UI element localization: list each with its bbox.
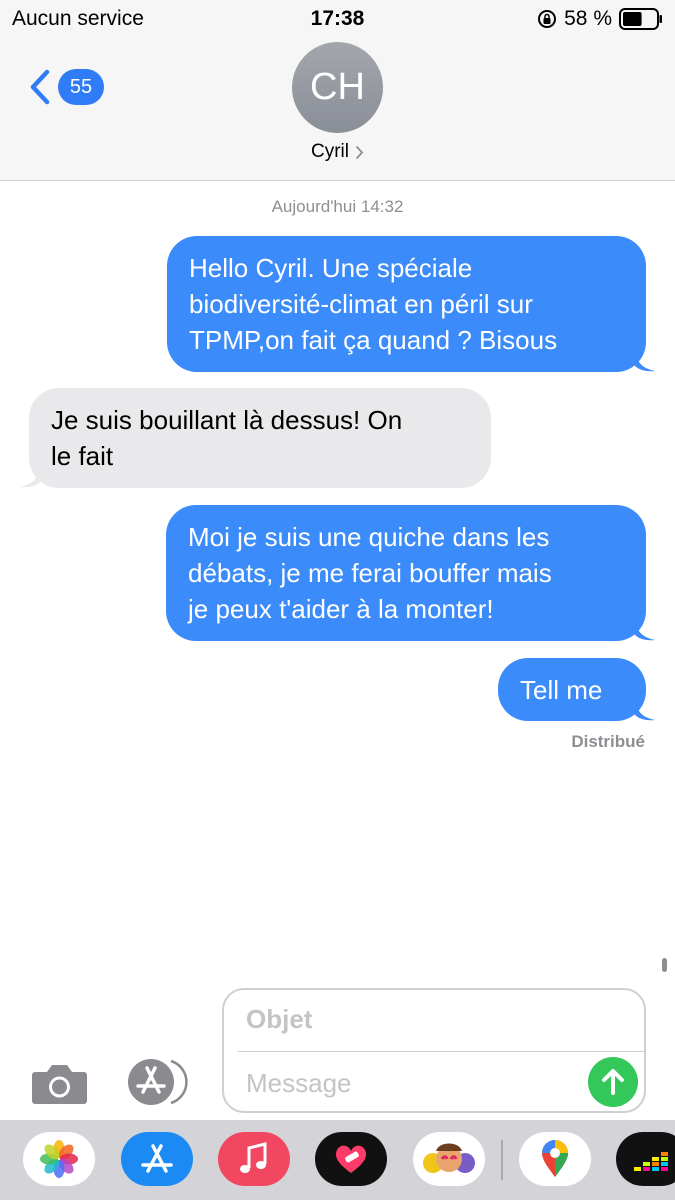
bubble-tail	[20, 466, 40, 488]
app-drawer	[0, 1120, 675, 1200]
sent-message-bubble[interactable]: Moi je suis une quiche dans les débats, …	[166, 505, 655, 641]
contact-name-button[interactable]: Cyril	[0, 141, 675, 163]
message-line: biodiversité-climat en péril sur	[189, 289, 533, 319]
message-line: je peux t'aider à la monter!	[188, 594, 494, 624]
map-pin-icon	[542, 1140, 568, 1177]
composer-divider	[238, 1051, 644, 1052]
app-store-glyph-icon	[141, 1144, 173, 1173]
conversation-header: 55 CH Cyril	[0, 38, 675, 181]
message-line: Hello Cyril. Une spéciale	[189, 253, 473, 283]
unread-count-badge: 55	[58, 69, 104, 105]
sent-message-bubble[interactable]: Hello Cyril. Une spéciale biodiversité-c…	[167, 236, 655, 372]
heart-sticker-icon[interactable]	[315, 1132, 387, 1186]
timestamp-time: 14:32	[360, 197, 404, 216]
message-line: Moi je suis une quiche dans les	[188, 522, 550, 552]
status-indicators: 58 %	[537, 6, 663, 32]
message-line: Je suis bouillant là dessus! On	[51, 405, 403, 435]
memoji-icon[interactable]	[413, 1132, 485, 1186]
status-bar: Aucun service 17:38 58 %	[0, 0, 675, 38]
sent-message-bubble[interactable]: Tell me	[498, 658, 655, 721]
message-timestamp: Aujourd'hui 14:32	[0, 197, 675, 217]
deezer-bars-icon	[634, 1152, 668, 1171]
camera-icon[interactable]	[31, 1060, 88, 1106]
scroll-indicator	[662, 958, 667, 972]
message-line: débats, je me ferai bouffer mais	[188, 558, 552, 588]
music-icon[interactable]	[218, 1132, 290, 1186]
send-button[interactable]	[588, 1057, 638, 1107]
google-maps-icon[interactable]	[519, 1132, 591, 1186]
app-store-icon[interactable]	[125, 1058, 191, 1106]
orientation-lock-icon	[538, 10, 557, 28]
message-line: TPMP,on fait ça quand ? Bisous	[189, 325, 558, 355]
arrow-up-icon	[602, 1069, 624, 1095]
photos-flower-icon	[40, 1140, 78, 1178]
message-line: Tell me	[520, 675, 603, 705]
bubble-tail	[635, 350, 655, 372]
back-button[interactable]: 55	[28, 68, 104, 106]
message-composer[interactable]: Objet Message	[222, 988, 646, 1113]
message-input[interactable]: Message	[246, 1068, 352, 1099]
battery-icon	[619, 8, 662, 30]
memoji-faces-icon	[423, 1143, 475, 1173]
timestamp-day: Aujourd'hui	[271, 197, 357, 216]
received-message-bubble[interactable]: Je suis bouillant là dessus! On le fait	[20, 388, 491, 488]
photos-icon[interactable]	[23, 1132, 95, 1186]
contact-name: Cyril	[311, 141, 349, 162]
music-note-icon	[240, 1142, 267, 1173]
message-line: le fait	[51, 441, 114, 471]
battery-percent: 58 %	[564, 7, 612, 30]
deezer-icon[interactable]	[616, 1132, 675, 1186]
subject-input[interactable]: Objet	[246, 1004, 312, 1035]
chevron-left-icon	[30, 69, 50, 105]
chevron-right-icon	[356, 145, 364, 159]
app-store-icon[interactable]	[121, 1132, 193, 1186]
bubble-tail	[635, 699, 655, 721]
delivery-status: Distribué	[571, 732, 645, 751]
drawer-separator	[501, 1140, 503, 1180]
bubble-tail	[635, 619, 655, 641]
contact-avatar[interactable]: CH	[292, 42, 383, 133]
heart-icon	[335, 1145, 367, 1173]
